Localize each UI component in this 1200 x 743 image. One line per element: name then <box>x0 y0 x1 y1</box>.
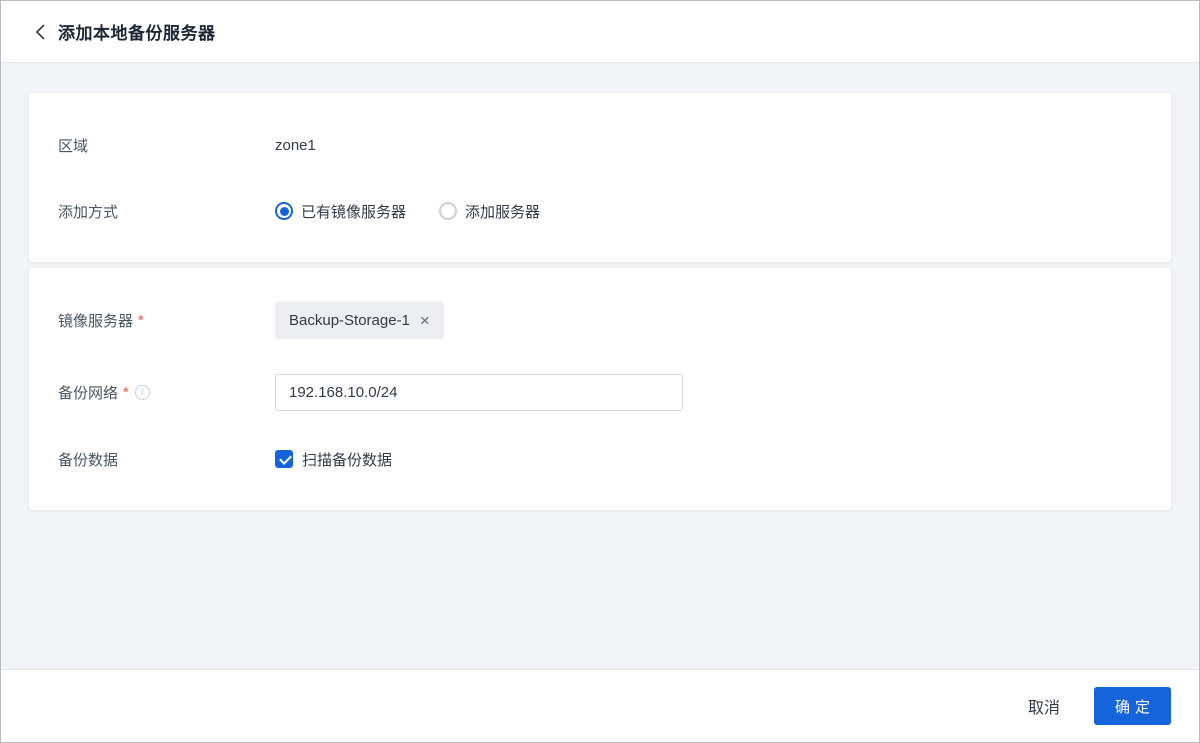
backup-network-input[interactable] <box>275 374 683 411</box>
mirror-server-row: 镜像服务器 * Backup-Storage-1 × <box>58 302 1142 339</box>
page-header: 添加本地备份服务器 <box>1 1 1199 63</box>
info-icon[interactable]: i <box>134 385 150 400</box>
add-method-label-col: 添加方式 <box>58 201 275 222</box>
form-body: 区域 zone1 添加方式 已有镜像服务器 添加服务器 镜像服务器 * Back… <box>1 63 1199 669</box>
tag-remove-icon[interactable]: × <box>420 312 430 329</box>
scan-backup-data-label: 扫描备份数据 <box>302 451 393 469</box>
zone-row: 区域 zone1 <box>58 129 1142 161</box>
add-method-label: 添加方式 <box>58 203 119 221</box>
radio-unselected-icon[interactable] <box>439 202 458 220</box>
radio-add-server[interactable]: 添加服务器 <box>439 201 540 222</box>
backup-network-row: 备份网络 * i <box>58 374 1142 411</box>
backup-data-label-col: 备份数据 <box>58 449 275 470</box>
zone-label: 区域 <box>58 137 89 155</box>
basic-section-card: 区域 zone1 添加方式 已有镜像服务器 添加服务器 <box>29 93 1171 262</box>
mirror-server-label: 镜像服务器 <box>58 313 134 330</box>
radio-selected-icon[interactable] <box>275 202 293 220</box>
radio-existing-image-server[interactable]: 已有镜像服务器 <box>275 201 406 222</box>
required-asterisk: * <box>138 312 144 329</box>
backup-network-label-col: 备份网络 * i <box>58 382 275 403</box>
footer-action-bar: 取消 确定 <box>1 669 1199 742</box>
zone-label-col: 区域 <box>58 135 275 156</box>
config-section-card: 镜像服务器 * Backup-Storage-1 × 备份网络 * i 备 <box>29 268 1171 510</box>
add-method-radio-group: 已有镜像服务器 添加服务器 <box>275 201 540 222</box>
required-asterisk: * <box>123 384 129 401</box>
cancel-button[interactable]: 取消 <box>1024 686 1064 726</box>
scan-backup-data-checkbox[interactable]: 扫描备份数据 <box>275 449 392 470</box>
checkbox-checked-icon[interactable] <box>275 450 293 468</box>
page-title: 添加本地备份服务器 <box>58 24 216 43</box>
backup-network-label: 备份网络 <box>58 385 119 402</box>
backup-data-label: 备份数据 <box>58 451 119 469</box>
add-local-backup-server-page: 添加本地备份服务器 区域 zone1 添加方式 已有镜像服务器 添加服务器 镜像… <box>0 0 1200 743</box>
add-method-row: 添加方式 已有镜像服务器 添加服务器 <box>58 195 1142 227</box>
back-button[interactable] <box>31 20 49 44</box>
zone-value: zone1 <box>275 136 316 154</box>
mirror-server-label-col: 镜像服务器 * <box>58 310 275 331</box>
radio-add-server-label: 添加服务器 <box>465 203 541 221</box>
radio-existing-image-server-label: 已有镜像服务器 <box>301 203 407 221</box>
confirm-button[interactable]: 确定 <box>1094 687 1171 725</box>
chevron-left-icon <box>35 23 45 40</box>
mirror-server-tag[interactable]: Backup-Storage-1 × <box>275 302 444 339</box>
backup-data-row: 备份数据 扫描备份数据 <box>58 447 1142 471</box>
mirror-server-tag-label: Backup-Storage-1 <box>289 312 410 329</box>
